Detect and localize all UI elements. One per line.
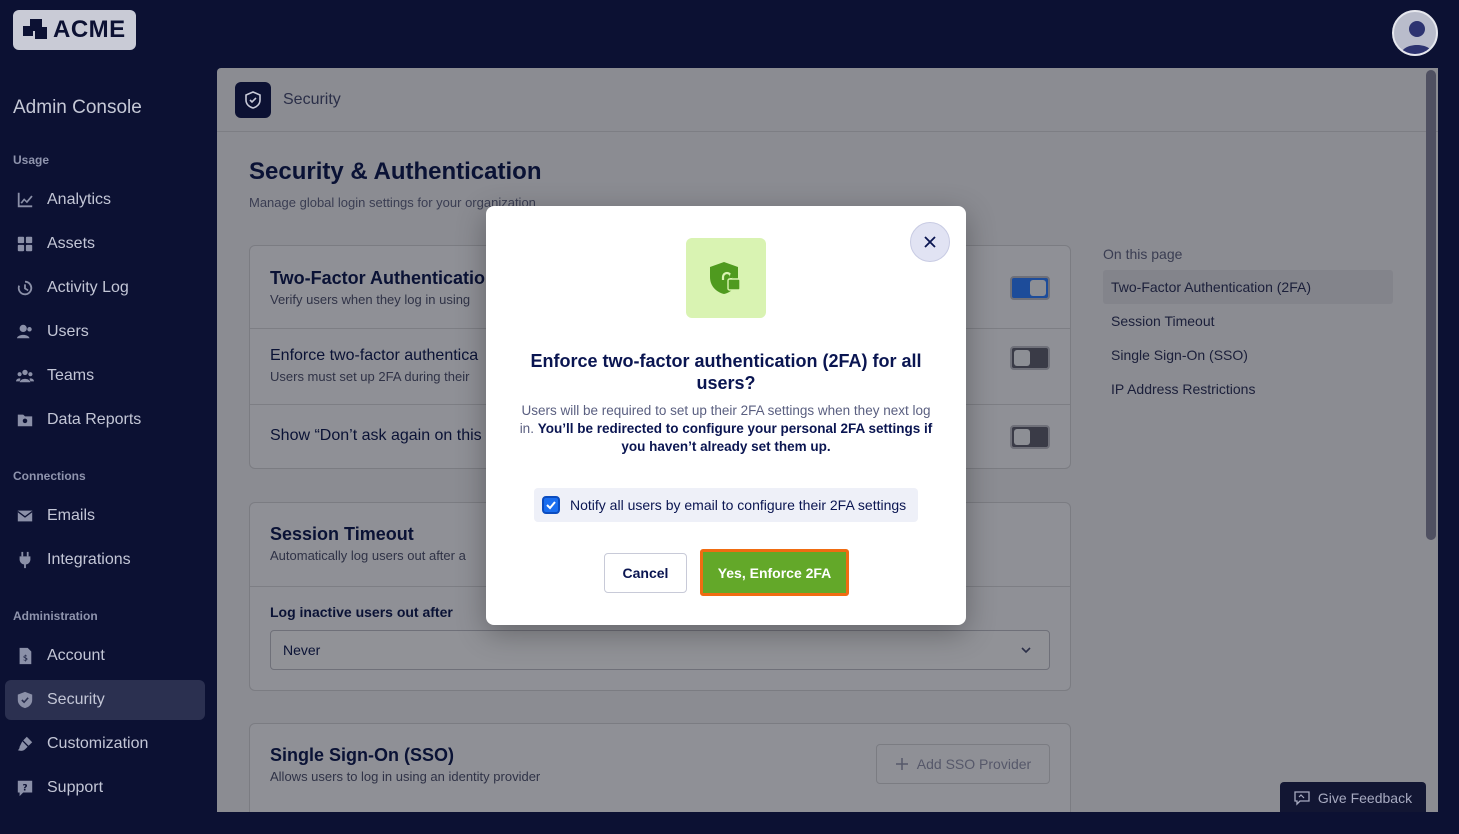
sidebar-item-assets[interactable]: Assets bbox=[5, 224, 205, 264]
svg-text:$: $ bbox=[23, 653, 28, 663]
section-label-connections: Connections bbox=[13, 469, 86, 483]
tfa-subtitle: Verify users when they log in using bbox=[270, 292, 471, 307]
main-scrollbar[interactable] bbox=[1426, 70, 1436, 540]
checkmark-icon bbox=[546, 501, 556, 510]
sidebar-item-activity-log[interactable]: Activity Log bbox=[5, 268, 205, 308]
team-icon bbox=[15, 366, 35, 386]
show-dont-ask-toggle[interactable] bbox=[1010, 425, 1050, 449]
section-label-administration: Administration bbox=[13, 609, 98, 623]
header-title: Security bbox=[283, 90, 341, 108]
chart-line-icon bbox=[15, 190, 35, 210]
session-title: Session Timeout bbox=[270, 524, 414, 544]
notify-users-label: Notify all users by email to configure t… bbox=[570, 497, 907, 513]
enforce-title: Enforce two-factor authentica bbox=[270, 347, 479, 364]
avatar-person-icon bbox=[1401, 21, 1433, 54]
document-icon: $ bbox=[15, 646, 35, 666]
sidebar-item-customization[interactable]: Customization bbox=[5, 724, 205, 764]
help-icon: ? bbox=[15, 778, 35, 798]
logo-mark-icon bbox=[23, 17, 49, 43]
sso-title: Single Sign-On (SSO) bbox=[270, 745, 454, 765]
toc-item-ip-restrictions[interactable]: IP Address Restrictions bbox=[1103, 372, 1393, 406]
modal-close-button[interactable] bbox=[910, 222, 950, 262]
toc-item-2fa[interactable]: Two-Factor Authentication (2FA) bbox=[1103, 270, 1393, 304]
add-sso-provider-label: Add SSO Provider bbox=[916, 756, 1032, 772]
plus-icon bbox=[895, 758, 908, 770]
session-timeout-select[interactable]: Never bbox=[270, 630, 1050, 670]
chevron-down-icon bbox=[1021, 647, 1031, 654]
main-header: Security bbox=[217, 68, 1438, 132]
modal-title: Enforce two-factor authentication (2FA) … bbox=[530, 351, 922, 393]
plug-icon bbox=[15, 550, 35, 570]
session-field-label: Log inactive users out after bbox=[270, 604, 453, 620]
user-icon bbox=[15, 322, 35, 342]
sidebar-item-users[interactable]: Users bbox=[5, 312, 205, 352]
sidebar-item-label: Analytics bbox=[47, 191, 112, 208]
enforce-toggle[interactable] bbox=[1010, 346, 1050, 370]
shield-lock-badge bbox=[686, 238, 766, 318]
feedback-icon bbox=[1294, 791, 1310, 806]
sidebar-item-support[interactable]: ? Support bbox=[5, 768, 205, 808]
sidebar-item-account[interactable]: $ Account bbox=[5, 636, 205, 676]
sidebar-item-analytics[interactable]: Analytics bbox=[5, 180, 205, 220]
sidebar-item-teams[interactable]: Teams bbox=[5, 356, 205, 396]
enforce-subtitle: Users must set up 2FA during their bbox=[270, 369, 470, 384]
notify-users-option[interactable]: Notify all users by email to configure t… bbox=[534, 488, 918, 522]
sso-card: Single Sign-On (SSO) Allows users to log… bbox=[249, 723, 1071, 812]
history-icon bbox=[15, 278, 35, 298]
sidebar-item-label: Support bbox=[47, 779, 104, 796]
sidebar-item-label: Security bbox=[47, 691, 105, 708]
mail-icon bbox=[15, 506, 35, 526]
on-this-page-nav: On this page Two-Factor Authentication (… bbox=[1103, 246, 1393, 406]
cancel-button[interactable]: Cancel bbox=[604, 553, 687, 593]
notify-users-checkbox[interactable] bbox=[542, 496, 560, 514]
enforce-2fa-modal: Enforce two-factor authentication (2FA) … bbox=[486, 206, 966, 625]
page-title: Security & Authentication bbox=[249, 158, 542, 185]
section-label-usage: Usage bbox=[13, 153, 50, 167]
sidebar-item-label: Users bbox=[47, 323, 89, 340]
brush-icon bbox=[15, 734, 35, 754]
modal-text-bold: You’ll be redirected to configure your p… bbox=[537, 421, 933, 454]
grid-icon bbox=[15, 234, 35, 254]
session-subtitle: Automatically log users out after a bbox=[270, 548, 466, 563]
tfa-toggle[interactable] bbox=[1010, 276, 1050, 300]
svg-text:?: ? bbox=[22, 783, 27, 793]
user-avatar[interactable] bbox=[1392, 10, 1438, 56]
console-title: Admin Console bbox=[13, 97, 142, 118]
enforce-2fa-button[interactable]: Yes, Enforce 2FA bbox=[700, 549, 849, 596]
tfa-title: Two-Factor Authentication bbox=[270, 268, 496, 288]
modal-description: Users will be required to set up their 2… bbox=[516, 402, 936, 456]
shield-icon bbox=[15, 690, 35, 710]
logo-text: ACME bbox=[53, 16, 126, 43]
sidebar-item-label: Data Reports bbox=[47, 411, 142, 428]
show-dont-ask-title: Show “Don’t ask again on this bbox=[270, 427, 482, 444]
toc-item-sso[interactable]: Single Sign-On (SSO) bbox=[1103, 338, 1393, 372]
sidebar-item-integrations[interactable]: Integrations bbox=[5, 540, 205, 580]
sidebar-item-label: Emails bbox=[47, 507, 96, 524]
toc-label: On this page bbox=[1103, 246, 1183, 262]
sidebar-item-data-reports[interactable]: Data Reports bbox=[5, 400, 205, 440]
shield-lock-icon bbox=[710, 262, 741, 294]
report-icon bbox=[15, 410, 35, 430]
acme-logo[interactable]: ACME bbox=[13, 10, 136, 50]
sidebar-item-emails[interactable]: Emails bbox=[5, 496, 205, 536]
add-sso-provider-button[interactable]: Add SSO Provider bbox=[876, 744, 1050, 784]
session-timeout-value: Never bbox=[283, 642, 321, 658]
give-feedback-label: Give Feedback bbox=[1317, 790, 1413, 806]
sidebar-item-label: Integrations bbox=[47, 551, 131, 568]
sidebar-item-label: Assets bbox=[47, 235, 96, 252]
sso-subtitle: Allows users to log in using an identity… bbox=[270, 769, 541, 784]
sidebar-item-security[interactable]: Security bbox=[5, 680, 205, 720]
give-feedback-button[interactable]: Give Feedback bbox=[1280, 782, 1426, 812]
sidebar-item-label: Account bbox=[47, 647, 105, 664]
sidebar: Admin Console Usage Analytics Assets Act… bbox=[0, 70, 213, 834]
toc-item-session-timeout[interactable]: Session Timeout bbox=[1103, 304, 1393, 338]
security-shield-icon bbox=[235, 81, 271, 118]
sidebar-item-label: Activity Log bbox=[47, 279, 129, 296]
sidebar-item-label: Customization bbox=[47, 735, 149, 752]
sidebar-item-label: Teams bbox=[47, 367, 95, 384]
close-icon bbox=[924, 236, 936, 248]
